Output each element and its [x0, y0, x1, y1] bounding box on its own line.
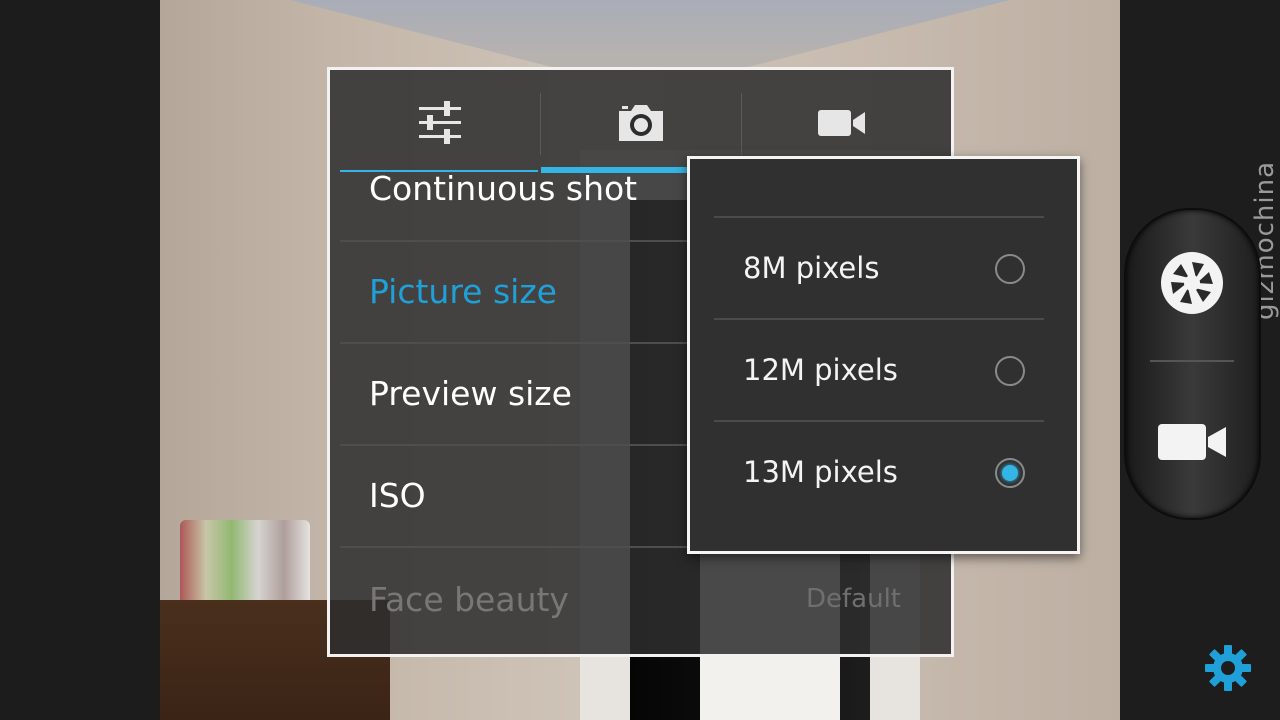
gear-icon	[1205, 645, 1251, 691]
capture-mode-pill	[1124, 208, 1261, 520]
shutter-button[interactable]	[1159, 250, 1225, 316]
radio-button[interactable]	[995, 356, 1025, 386]
setting-label: Picture size	[369, 272, 557, 311]
tab-general-settings[interactable]	[340, 70, 540, 175]
video-record-button[interactable]	[1156, 420, 1228, 464]
picture-size-option-selected[interactable]: 13M pixels	[690, 422, 1077, 524]
sliders-icon	[419, 100, 461, 144]
radio-button[interactable]	[995, 254, 1025, 284]
picture-size-option[interactable]: 8M pixels	[690, 218, 1077, 320]
option-label: 12M pixels	[743, 353, 898, 387]
camera-icon	[619, 104, 663, 141]
picture-size-option-partial[interactable]	[690, 159, 1077, 221]
setting-label: Preview size	[369, 374, 572, 413]
viewfinder-ceiling	[290, 0, 1010, 70]
viewfinder-bottles	[180, 520, 310, 600]
option-label: 8M pixels	[743, 251, 880, 285]
settings-button[interactable]	[1204, 644, 1252, 692]
shutter-icon	[1161, 252, 1223, 314]
video-camera-icon	[818, 109, 865, 136]
option-label: 13M pixels	[743, 455, 898, 489]
pill-divider	[1150, 360, 1234, 362]
setting-label: Continuous shot	[369, 169, 638, 208]
setting-face-beauty[interactable]: Face beauty Default	[330, 548, 951, 650]
picture-size-option[interactable]: 12M pixels	[690, 320, 1077, 422]
setting-value: Default	[806, 584, 901, 614]
picture-size-dropdown: 8M pixels 12M pixels 13M pixels	[687, 156, 1080, 554]
video-camera-icon	[1158, 424, 1226, 460]
radio-button-checked[interactable]	[995, 458, 1025, 488]
setting-label: Face beauty	[369, 580, 569, 619]
left-letterbox	[0, 0, 160, 720]
setting-label: ISO	[369, 476, 426, 515]
